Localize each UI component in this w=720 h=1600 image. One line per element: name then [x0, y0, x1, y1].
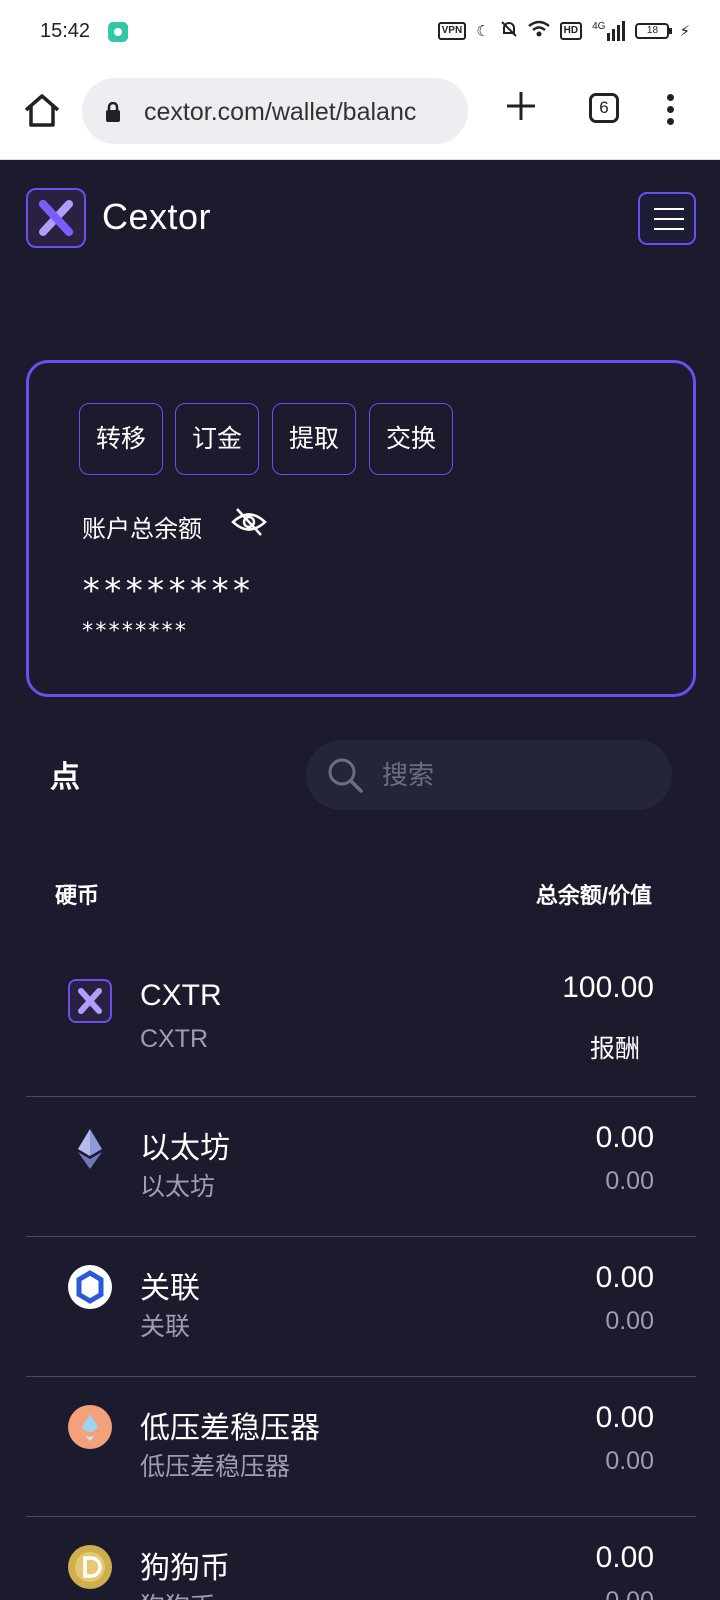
coin-name: 关联 — [140, 1272, 200, 1305]
coin-symbol: 狗狗币 — [140, 1587, 215, 1600]
vpn-icon: VPN — [437, 22, 467, 40]
charging-icon: ⚡ — [679, 23, 690, 40]
brand-name[interactable]: Cextor — [102, 196, 211, 238]
tab-switcher-button[interactable]: 6 — [589, 93, 619, 123]
coin-row[interactable]: 狗狗币 狗狗币 0.00 0.00 — [26, 1517, 696, 1600]
coin-amount: 0.00 — [595, 1121, 654, 1154]
status-icons: VPN ☾ HD 4G 18 ⚡ — [437, 18, 690, 44]
coin-name: 低压差稳压器 — [140, 1412, 320, 1445]
coin-symbol: 关联 — [140, 1313, 191, 1341]
coin-amount: 0.00 — [595, 1541, 654, 1574]
column-header-balance: 总余额/价值 — [535, 883, 652, 908]
coin-amount: 0.00 — [595, 1261, 654, 1294]
column-header-coin: 硬币 — [55, 883, 100, 908]
signal-icon: 4G — [592, 21, 626, 41]
search-input[interactable] — [382, 760, 652, 791]
more-options-icon[interactable] — [667, 94, 675, 126]
exchange-button[interactable]: 交换 — [369, 403, 453, 475]
coin-row[interactable]: 关联 关联 0.00 0.00 — [26, 1237, 696, 1377]
ldo-icon — [68, 1405, 112, 1449]
dogecoin-icon — [68, 1545, 112, 1589]
lock-icon — [106, 102, 120, 122]
coin-row[interactable]: 低压差稳压器 低压差稳压器 0.00 0.00 — [26, 1377, 696, 1517]
coin-row[interactable]: 以太坊 以太坊 0.00 0.00 — [26, 1097, 696, 1237]
section-title: 点 — [50, 761, 80, 794]
wifi-icon — [527, 20, 550, 42]
cextor-logo[interactable] — [26, 188, 86, 248]
cxtr-icon — [68, 979, 112, 1023]
battery-icon: 18 — [635, 23, 673, 39]
transfer-button[interactable]: 转移 — [79, 403, 163, 475]
coin-row[interactable]: CXTR CXTR 100.00 报酬 — [26, 957, 696, 1097]
coin-symbol: CXTR — [140, 1025, 209, 1053]
coin-value: 0.00 — [605, 1167, 654, 1195]
coin-amount: 100.00 — [562, 971, 654, 1004]
hidden-value: ******** — [81, 619, 187, 644]
ethereum-icon — [68, 1127, 112, 1171]
bell-off-icon — [500, 20, 518, 42]
moon-icon: ☾ — [476, 23, 490, 40]
hd-icon: HD — [559, 22, 583, 40]
coin-value: 0.00 — [605, 1307, 654, 1335]
network-type: 4G — [592, 21, 606, 32]
balance-label: 账户总余额 — [82, 516, 202, 543]
home-icon[interactable] — [22, 92, 62, 128]
balance-card: 转移 订金 提取 交换 账户总余额 ******** ******** — [26, 360, 696, 697]
search-box[interactable] — [306, 740, 672, 810]
coin-name: 狗狗币 — [140, 1552, 230, 1585]
notification-icon — [108, 22, 128, 42]
chainlink-icon — [68, 1265, 112, 1309]
coin-value: 0.00 — [605, 1587, 654, 1600]
coin-value: 0.00 — [605, 1447, 654, 1475]
status-time: 15:42 — [40, 20, 91, 42]
hidden-balance: ******** — [81, 571, 253, 611]
coin-name: CXTR — [140, 979, 222, 1012]
coin-value: 报酬 — [589, 1035, 640, 1063]
new-tab-icon[interactable] — [505, 90, 537, 122]
deposit-button[interactable]: 订金 — [175, 403, 259, 475]
hamburger-menu-icon[interactable] — [638, 192, 696, 245]
browser-toolbar: cextor.com/wallet/balanc 6 — [0, 62, 720, 160]
eye-off-icon[interactable] — [231, 505, 267, 539]
status-bar: 15:42 VPN ☾ HD 4G 18 ⚡ — [0, 0, 720, 62]
withdraw-button[interactable]: 提取 — [272, 403, 356, 475]
url-text: cextor.com/wallet/balanc — [144, 98, 417, 126]
coin-amount: 0.00 — [595, 1401, 654, 1434]
coin-name: 以太坊 — [140, 1132, 230, 1165]
search-icon — [328, 758, 363, 793]
coin-symbol: 低压差稳压器 — [140, 1453, 291, 1481]
coin-symbol: 以太坊 — [140, 1173, 216, 1201]
url-bar[interactable]: cextor.com/wallet/balanc — [82, 78, 468, 144]
